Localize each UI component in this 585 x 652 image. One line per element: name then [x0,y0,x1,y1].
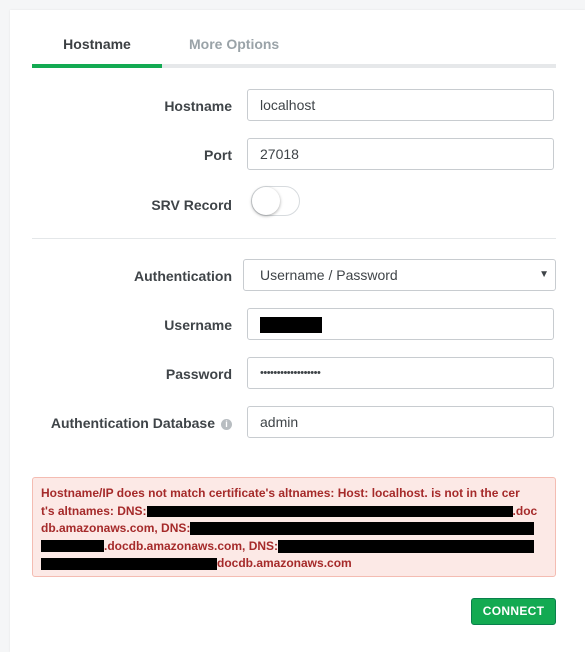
auth-database-label-text: Authentication Database [50,415,215,431]
authentication-select-value: Username / Password [260,267,398,283]
port-label: Port [204,147,232,163]
authentication-select[interactable]: Username / Password ▼ [243,259,556,291]
tab-more-options[interactable]: More Options [189,36,279,64]
username-label: Username [164,317,232,333]
password-input[interactable]: •••••••••••••••••• [247,357,554,389]
connect-form-panel: Hostname More Options Hostname localhost… [10,10,585,652]
connect-button[interactable]: CONNECT [471,598,556,625]
redacted-text [190,522,535,536]
toggle-knob [252,187,280,215]
hostname-input[interactable]: localhost [247,89,554,121]
srv-record-toggle[interactable] [251,186,300,216]
error-line: docdb.amazonaws.com [41,555,547,573]
error-line: db.amazonaws.com, DNS: [41,520,547,538]
error-message: Hostname/IP does not match certificate's… [32,477,556,577]
auth-database-label: Authentication Database i [51,415,232,431]
error-line: t's altnames: DNS: .doc [41,503,547,521]
auth-database-input[interactable]: admin [247,406,554,438]
hostname-label: Hostname [164,98,232,114]
divider [32,238,556,239]
tab-bar: Hostname More Options [32,36,556,68]
error-line: Hostname/IP does not match certificate's… [41,486,520,500]
error-line: .docdb.amazonaws.com, DNS: [41,538,547,556]
tab-hostname[interactable]: Hostname [32,36,162,68]
authentication-label: Authentication [134,268,232,284]
error-text: .doc [512,503,538,518]
redacted-text [41,557,217,570]
error-text: t's altnames: DNS: [41,503,147,518]
redacted-text [278,539,535,553]
username-input[interactable] [247,308,554,340]
error-text: docdb.amazonaws.com [217,556,352,570]
redacted-username [260,317,322,334]
port-input[interactable]: 27018 [247,138,554,170]
srv-record-label: SRV Record [151,197,232,213]
password-label: Password [165,366,232,382]
info-icon[interactable]: i [221,419,232,430]
error-text: .docdb.amazonaws.com, DNS: [104,538,279,553]
redacted-text [41,540,104,553]
redacted-text [146,505,513,517]
error-text: db.amazonaws.com, DNS: [41,521,191,535]
caret-down-icon: ▼ [539,269,549,280]
